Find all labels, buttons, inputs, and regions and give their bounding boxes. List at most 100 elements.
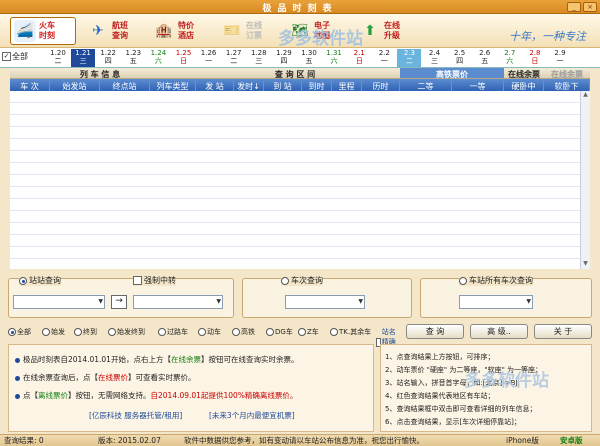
tab-flight-query[interactable]: ✈ 航班 查询 xyxy=(84,17,150,45)
date-tab[interactable]: 1.27 二 xyxy=(222,49,246,67)
date-tab[interactable]: 2.3 二 xyxy=(397,49,422,67)
date-tab[interactable]: 1.21 三 xyxy=(71,49,96,67)
tip-line: 1、点查询结果上方按钮，可排序； xyxy=(385,353,495,361)
column-header[interactable]: 发 站 xyxy=(196,81,234,91)
date-tab[interactable]: 2.1 日 xyxy=(347,49,371,67)
online-tickets-link[interactable]: 在线余票 xyxy=(171,355,201,364)
filter-option[interactable]: 过路车 xyxy=(158,327,188,337)
date-tab[interactable]: 2.9 一 xyxy=(548,49,572,67)
date-tab[interactable]: 1.26 一 xyxy=(197,49,221,67)
weekday-label: 二 xyxy=(230,57,238,65)
weekday-label: 二 xyxy=(54,57,62,65)
info-text: 】可查看实时票价。 xyxy=(128,373,196,382)
column-header[interactable]: 到 站 xyxy=(264,81,302,91)
column-header[interactable]: 一等 xyxy=(452,81,504,91)
hosting-link[interactable]: [亿辰科技 服务器托管/租用] xyxy=(89,411,182,421)
weekday-label: 一 xyxy=(205,57,213,65)
iphone-link[interactable]: iPhone版 xyxy=(506,435,539,446)
toolbar: 🚄 火车 时刻 ✈ 航班 查询 🏨 特价 酒店 🎫 在线 订票 🗺 电子 地图 ⬆ 在线升… xyxy=(0,14,600,49)
column-header[interactable]: 历时 xyxy=(362,81,400,91)
info-line-3: 点【离线票价】按钮，无需网络支持。自2014.09.01起提供100%精确离线票… xyxy=(15,391,297,401)
column-header[interactable]: 里程 xyxy=(332,81,362,91)
date-tab[interactable]: 1.24 六 xyxy=(146,49,170,67)
date-tab[interactable]: 2.7 六 xyxy=(498,49,522,67)
advanced-button[interactable]: 高 级.. xyxy=(470,324,528,339)
date-tab[interactable]: 1.23 五 xyxy=(121,49,145,67)
filter-option[interactable]: 始发 xyxy=(42,327,65,337)
close-button[interactable]: × xyxy=(583,2,597,12)
train-number-input[interactable] xyxy=(285,295,365,309)
tab-label: 特价 xyxy=(178,21,194,30)
offline-price-link[interactable]: 离线票价 xyxy=(38,391,68,400)
station-select[interactable] xyxy=(459,295,533,309)
date-tab[interactable]: 1.31 六 xyxy=(322,49,346,67)
ticket-icon: 🎫 xyxy=(223,23,241,39)
column-header[interactable]: 硬卧中 xyxy=(504,81,544,91)
cheap-flights-link[interactable]: [未来3个月内最便宜机票] xyxy=(209,411,295,421)
column-header[interactable]: 列车类型 xyxy=(150,81,196,91)
column-header[interactable]: 到时 xyxy=(302,81,332,91)
filter-option[interactable]: 全部 xyxy=(8,327,31,337)
filter-option[interactable]: DG车 xyxy=(266,327,293,337)
train-query-radio[interactable]: 车次查询 xyxy=(281,275,323,286)
station-query-radio[interactable]: 站站查询 xyxy=(19,275,61,286)
query-button[interactable]: 查 询 xyxy=(406,324,464,339)
radio-label: 站站查询 xyxy=(29,276,61,285)
date-tab[interactable]: 2.5 四 xyxy=(448,49,472,67)
date-tab[interactable]: 1.25 日 xyxy=(172,49,196,67)
filter-option[interactable]: Z车 xyxy=(298,327,319,337)
date-label: 1.21 xyxy=(75,49,91,57)
tab-online-booking[interactable]: 🎫 在线 订票 xyxy=(218,17,284,45)
column-header[interactable]: 软卧下 xyxy=(544,81,590,91)
all-dates-checkbox[interactable]: ✓ 全部 xyxy=(2,51,28,62)
query-panel: 站站查询 强制中转 → 车次查询 车站所有车次查询 xyxy=(8,274,592,320)
filter-option[interactable]: 动车 xyxy=(198,327,221,337)
date-tab[interactable]: 2.6 五 xyxy=(473,49,497,67)
swap-button[interactable]: → xyxy=(111,295,127,309)
weekday-label: 日 xyxy=(355,57,363,65)
scroll-down-icon[interactable]: ▼ xyxy=(581,260,590,269)
transfer-checkbox[interactable]: 强制中转 xyxy=(133,275,176,286)
airplane-icon: ✈ xyxy=(92,23,104,39)
minimize-button[interactable]: _ xyxy=(567,2,581,12)
weekday-label: 三 xyxy=(255,57,263,65)
column-header[interactable]: 车 次 xyxy=(10,81,50,91)
filter-option[interactable]: 始发终到 xyxy=(108,327,145,337)
date-tab[interactable]: 1.20 二 xyxy=(46,49,70,67)
column-header[interactable]: 始发站 xyxy=(50,81,100,91)
scroll-up-icon[interactable]: ▲ xyxy=(581,91,590,100)
weekday-label: 日 xyxy=(531,57,539,65)
filter-option[interactable]: 高铁 xyxy=(232,327,255,337)
date-tab[interactable]: 2.2 一 xyxy=(372,49,396,67)
date-label: 2.1 xyxy=(353,49,365,57)
date-tab[interactable]: 2.8 日 xyxy=(523,49,547,67)
date-tab[interactable]: 1.28 三 xyxy=(247,49,271,67)
station-all-radio[interactable]: 车站所有车次查询 xyxy=(459,275,533,286)
online-price-link[interactable]: 在线票价 xyxy=(98,373,128,382)
vertical-scrollbar[interactable]: ▲ ▼ xyxy=(580,91,590,269)
about-button[interactable]: 关 于 xyxy=(534,324,592,339)
date-tab[interactable]: 1.29 四 xyxy=(272,49,296,67)
to-station-select[interactable] xyxy=(133,295,223,309)
column-header[interactable]: 终点站 xyxy=(100,81,150,91)
date-tab[interactable]: 2.4 三 xyxy=(423,49,447,67)
android-link[interactable]: 安卓版 xyxy=(560,435,583,446)
weekday-label: 三 xyxy=(431,57,438,65)
filter-label: 始发终到 xyxy=(117,328,145,336)
radio-icon xyxy=(298,328,306,336)
tab-label: 升级 xyxy=(384,31,400,40)
from-station-select[interactable] xyxy=(13,295,105,309)
info-text: 】按钮，无需网络支持。 xyxy=(68,391,151,400)
results-table[interactable] xyxy=(10,91,580,269)
tab-upgrade[interactable]: ⬆ 在线 升级 xyxy=(356,17,422,45)
column-header[interactable]: 二等 xyxy=(400,81,452,91)
date-tab[interactable]: 1.22 四 xyxy=(96,49,120,67)
filter-option[interactable]: 终到 xyxy=(74,327,97,337)
tab-hotel-deals[interactable]: 🏨 特价 酒店 xyxy=(150,17,216,45)
column-header[interactable]: 发时↓ xyxy=(234,81,264,91)
date-tab[interactable]: 1.30 五 xyxy=(297,49,321,67)
date-label: 1.29 xyxy=(276,49,292,57)
filter-option[interactable]: TK.其余车 xyxy=(330,327,371,337)
tab-train-schedule[interactable]: 🚄 火车 时刻 xyxy=(10,17,76,45)
filter-label: DG车 xyxy=(275,328,293,336)
